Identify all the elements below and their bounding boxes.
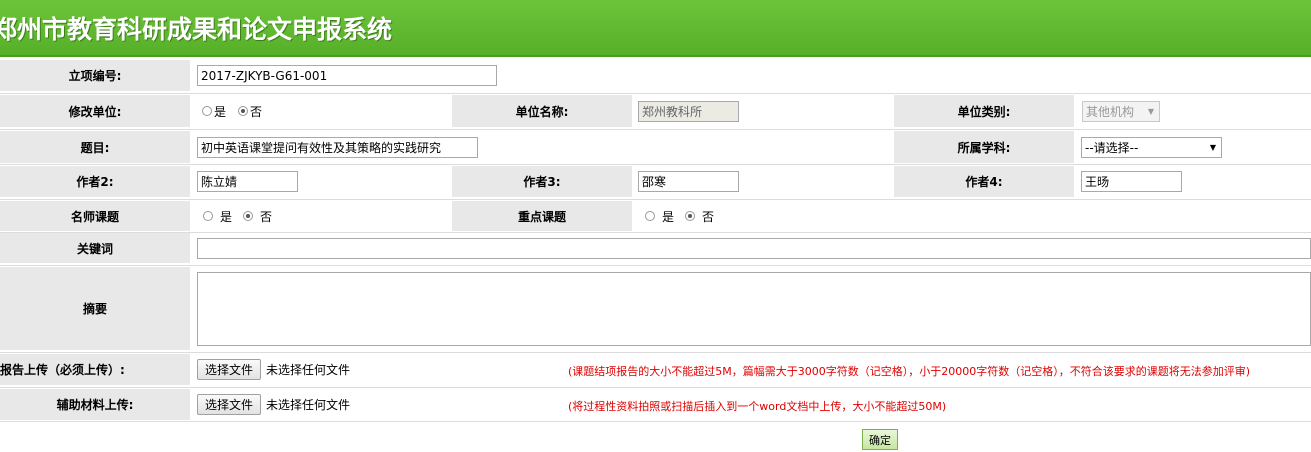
subject-select[interactable]: --请选择-- ▼: [1081, 136, 1222, 158]
key-project-yes[interactable]: 是: [645, 208, 674, 225]
report-file-status: 未选择任何文件: [266, 363, 351, 377]
modify-unit-yes[interactable]: 是: [202, 103, 226, 120]
keywords-label: 关键词: [0, 233, 190, 263]
divider: [0, 352, 1311, 353]
author4-input[interactable]: [1081, 171, 1182, 192]
modify-unit-radio-group: 是 否: [192, 95, 450, 127]
divider: [0, 421, 1311, 422]
report-upload-label: 报告上传（必须上传）:: [0, 354, 190, 385]
abstract-textarea[interactable]: [197, 271, 1311, 346]
divider: [0, 265, 1311, 266]
radio-icon: [203, 211, 213, 221]
divider: [0, 93, 1311, 94]
divider: [0, 232, 1311, 233]
aux-choose-file-button[interactable]: 选择文件: [197, 394, 262, 415]
divider: [0, 199, 1311, 200]
topic-label: 题目:: [0, 131, 190, 163]
author4-label: 作者4:: [894, 166, 1074, 197]
unit-name-input[interactable]: [638, 100, 739, 122]
author3-label: 作者3:: [452, 166, 632, 197]
author2-label: 作者2:: [0, 166, 190, 197]
radio-selected-icon: [685, 211, 696, 221]
famous-teacher-radio-group: 是 否: [192, 201, 450, 231]
famous-teacher-yes[interactable]: 是: [203, 208, 232, 225]
topic-input[interactable]: [197, 136, 478, 158]
topic-cell: [192, 131, 892, 163]
abstract-label: 摘要: [0, 267, 190, 350]
radio-selected-icon: [243, 211, 254, 221]
author3-cell: [634, 166, 892, 197]
key-project-label: 重点课题: [452, 201, 632, 231]
keywords-cell: [192, 233, 1311, 263]
radio-icon: [645, 211, 655, 221]
divider: [0, 387, 1311, 388]
project-no-label: 立项编号:: [0, 60, 190, 91]
project-no-input[interactable]: [197, 65, 497, 86]
aux-file-status: 未选择任何文件: [266, 398, 351, 412]
report-upload-cell: 选择文件 未选择任何文件 (课题结项报告的大小不能超过5M，篇幅需大于3000字…: [192, 354, 1311, 385]
subject-label: 所属学科:: [894, 131, 1074, 163]
author2-input[interactable]: [197, 171, 298, 192]
abstract-cell: [192, 267, 1311, 350]
radio-icon: [202, 106, 212, 116]
radio-selected-icon: [238, 106, 249, 116]
report-upload-note: (课题结项报告的大小不能超过5M，篇幅需大于3000字符数（记空格），小于200…: [568, 365, 1251, 378]
modify-unit-no[interactable]: 否: [238, 103, 262, 120]
chevron-down-icon: ▼: [1147, 106, 1154, 116]
aux-upload-label: 辅助材料上传:: [0, 389, 190, 420]
key-project-no[interactable]: 否: [685, 208, 714, 225]
unit-type-label: 单位类别:: [894, 95, 1074, 127]
divider: [0, 164, 1311, 165]
unit-name-cell: [634, 95, 892, 127]
report-choose-file-button[interactable]: 选择文件: [197, 359, 262, 380]
unit-name-label: 单位名称:: [452, 95, 632, 127]
unit-type-select[interactable]: 其他机构 ▼: [1082, 100, 1160, 122]
aux-upload-note: (将过程性资料拍照或扫描后插入到一个word文档中上传，大小不能超过50M): [568, 400, 947, 413]
modify-unit-label: 修改单位:: [0, 95, 190, 127]
author3-input[interactable]: [638, 171, 739, 192]
divider: [0, 129, 1311, 130]
famous-teacher-label: 名师课题: [0, 201, 190, 231]
chevron-down-icon: ▼: [1209, 142, 1216, 152]
key-project-radio-group: 是 否: [634, 201, 892, 231]
submit-button[interactable]: 确定: [862, 429, 898, 450]
keywords-input[interactable]: [197, 237, 1311, 259]
app-header: 郑州市教育科研成果和论文申报系统: [0, 0, 1311, 57]
aux-upload-cell: 选择文件 未选择任何文件 (将过程性资料拍照或扫描后插入到一个word文档中上传…: [192, 389, 1311, 420]
unit-type-cell: 其他机构 ▼: [1076, 95, 1311, 127]
famous-teacher-no[interactable]: 否: [243, 208, 272, 225]
author2-cell: [192, 166, 450, 197]
project-no-cell: [192, 60, 1311, 91]
app-title: 郑州市教育科研成果和论文申报系统: [0, 15, 393, 44]
author4-cell: [1076, 166, 1311, 197]
subject-cell: --请选择-- ▼: [1076, 131, 1311, 163]
